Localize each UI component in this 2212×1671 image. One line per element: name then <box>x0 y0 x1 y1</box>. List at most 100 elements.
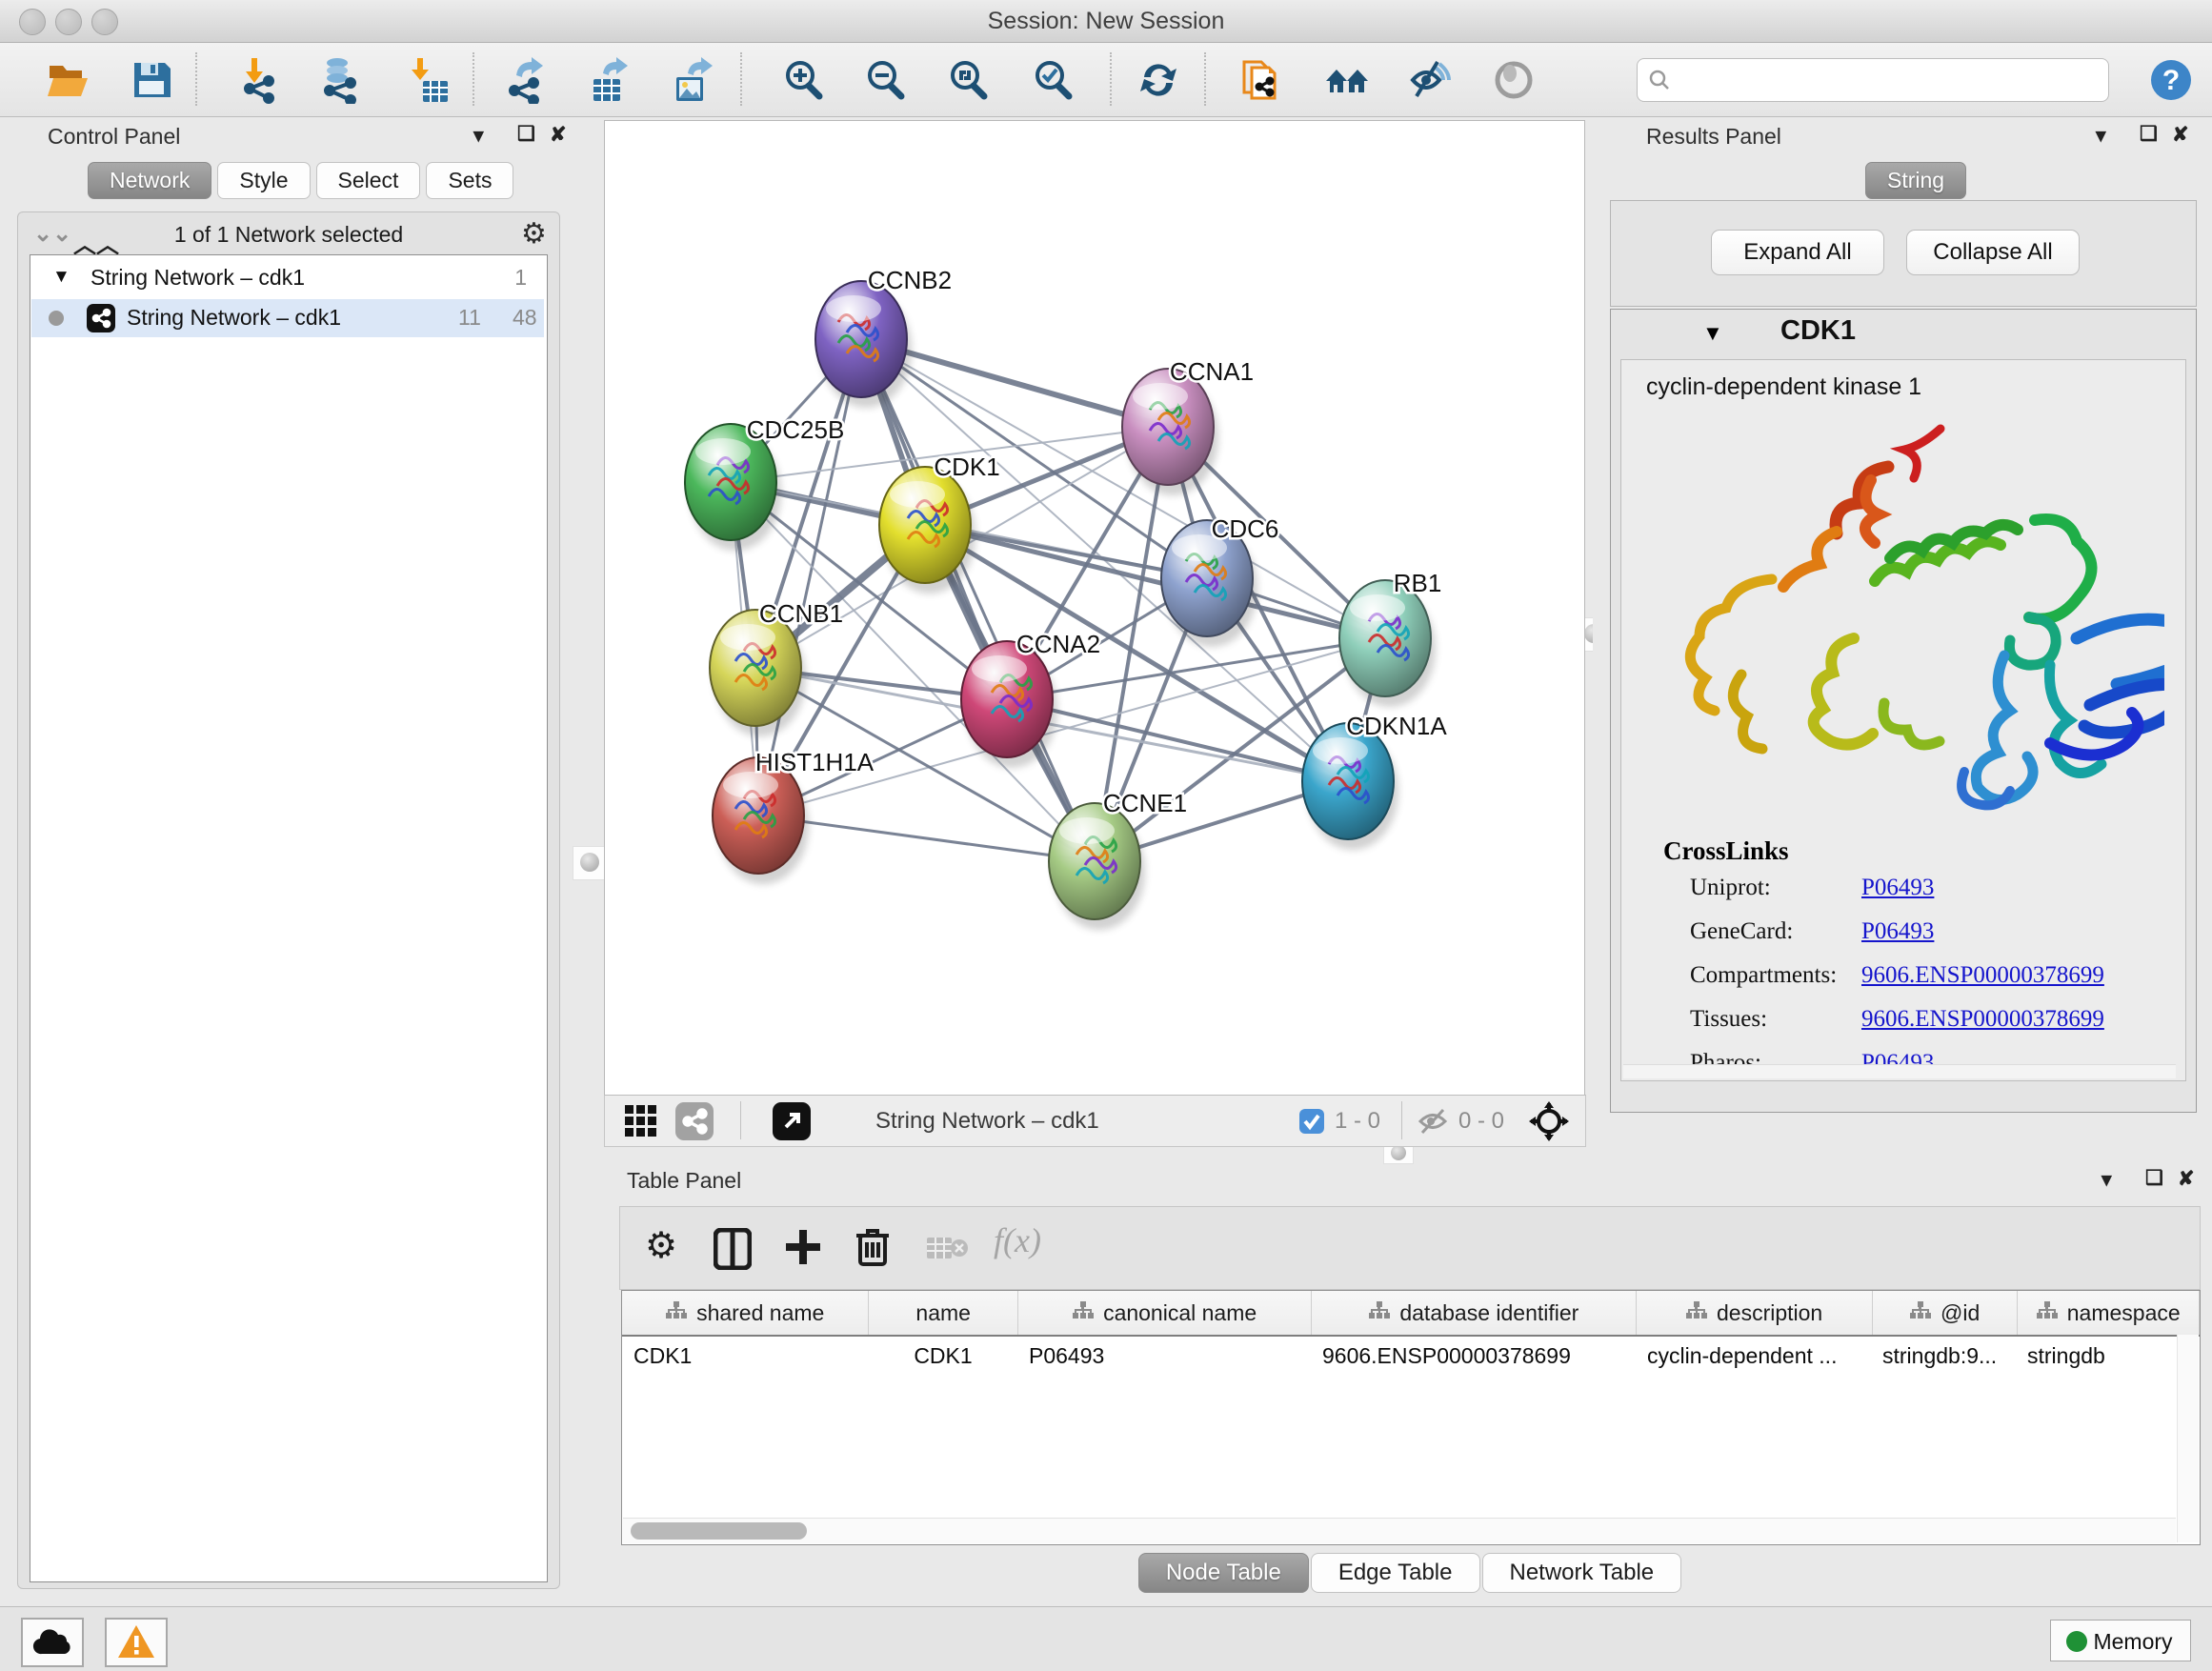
network-view-canvas[interactable]: CCNB2CCNA1CDC25BCDK1CDC6RB1CCNB1CCNA2CDK… <box>604 120 1585 1096</box>
gene-expander-icon[interactable]: ▼ <box>1702 321 1723 346</box>
delete-table-icon[interactable] <box>927 1234 969 1262</box>
tab-select[interactable]: Select <box>316 162 421 199</box>
column-header--id[interactable]: @id <box>1873 1291 2019 1335</box>
node-CDC6[interactable]: CDC6 <box>1161 514 1278 647</box>
scrollbar-thumb[interactable] <box>631 1522 807 1540</box>
table-row[interactable]: CDK1CDK1P064939606.ENSP00000378699cyclin… <box>622 1335 2200 1377</box>
node-label: CDKN1A <box>1346 712 1447 740</box>
edge-CCNB2-HIST1H1A[interactable] <box>758 339 861 815</box>
import-network-from-database-icon[interactable] <box>316 56 364 104</box>
selected-count: 1 - 0 <box>1335 1108 1380 1135</box>
close-panel-icon[interactable]: ✘ <box>2172 123 2189 147</box>
birds-eye-grid-icon[interactable] <box>624 1104 658 1138</box>
memory-button[interactable]: Memory <box>2050 1620 2191 1661</box>
toolbar-separator <box>740 52 742 106</box>
create-column-plus-icon[interactable] <box>784 1228 822 1266</box>
node-CCNA2[interactable]: CCNA2 <box>961 630 1100 768</box>
float-panel-icon[interactable]: ▾ <box>2101 1168 2112 1192</box>
maximize-panel-icon[interactable]: ❑ <box>2145 1166 2163 1190</box>
collapse-all-button[interactable]: Collapse All <box>1906 230 2080 275</box>
table-cell[interactable]: 9606.ENSP00000378699 <box>1311 1335 1636 1377</box>
node-CCNB1[interactable]: CCNB1 <box>710 599 843 736</box>
tab-network-table[interactable]: Network Table <box>1482 1553 1682 1593</box>
tree-options-gear-icon[interactable]: ⚙ <box>521 217 547 251</box>
zoom-fit-icon[interactable] <box>944 56 992 104</box>
crosslink-value-link[interactable]: 9606.ENSP00000378699 <box>1861 962 2104 989</box>
zoom-out-icon[interactable] <box>861 56 909 104</box>
import-table-file-icon[interactable] <box>404 56 452 104</box>
column-header-shared-name[interactable]: shared name <box>622 1291 869 1335</box>
import-network-file-icon[interactable] <box>236 56 284 104</box>
search-input[interactable] <box>1637 58 2109 102</box>
tab-node-table[interactable]: Node Table <box>1138 1553 1309 1593</box>
table-cell[interactable]: stringdb:9... <box>1871 1335 2016 1377</box>
column-header-description[interactable]: description <box>1637 1291 1872 1335</box>
selected-checkbox-icon[interactable] <box>1298 1108 1325 1135</box>
tab-style[interactable]: Style <box>217 162 310 199</box>
node-HIST1H1A[interactable]: HIST1H1A <box>713 748 875 884</box>
node-RB1[interactable]: RB1 <box>1339 569 1441 707</box>
float-panel-icon[interactable]: ▾ <box>473 124 484 148</box>
node-CDK1[interactable]: CDK1 <box>879 453 1000 594</box>
node-CCNA1[interactable]: CCNA1 <box>1122 357 1254 495</box>
network-from-document-icon[interactable] <box>1238 56 1286 104</box>
tab-network[interactable]: Network <box>88 162 211 199</box>
column-header-database-identifier[interactable]: database identifier <box>1312 1291 1637 1335</box>
column-header-namespace[interactable]: namespace <box>2018 1291 2200 1335</box>
table-cell[interactable]: CDK1 <box>869 1335 1017 1377</box>
zoom-selected-icon[interactable] <box>1029 56 1076 104</box>
column-type-icon <box>1369 1300 1390 1326</box>
node-CDKN1A[interactable]: CDKN1A <box>1302 712 1447 850</box>
export-table-icon[interactable] <box>586 56 633 104</box>
column-header-canonical-name[interactable]: canonical name <box>1018 1291 1312 1335</box>
open-session-icon[interactable] <box>44 56 91 104</box>
tab-edge-table[interactable]: Edge Table <box>1311 1553 1480 1593</box>
table-cell[interactable]: P06493 <box>1017 1335 1311 1377</box>
help-icon[interactable]: ? <box>2147 56 2195 104</box>
tab-sets[interactable]: Sets <box>426 162 513 199</box>
function-builder-icon[interactable]: f(x) <box>994 1220 1041 1260</box>
network-collection-row[interactable]: ▼ String Network – cdk1 1 <box>31 261 544 297</box>
refresh-icon[interactable] <box>1135 56 1182 104</box>
table-horizontal-scrollbar[interactable] <box>623 1518 2176 1543</box>
maximize-panel-icon[interactable]: ❑ <box>517 122 535 146</box>
table-cell[interactable]: stringdb <box>2016 1335 2197 1377</box>
delete-column-trash-icon[interactable] <box>855 1226 891 1268</box>
maximize-panel-icon[interactable]: ❑ <box>2140 122 2158 146</box>
export-network-icon[interactable] <box>503 56 551 104</box>
results-scrollbar[interactable] <box>1623 1064 2176 1078</box>
show-graphics-details-icon[interactable] <box>1490 56 1538 104</box>
network-badge-icon[interactable] <box>675 1102 714 1140</box>
close-panel-icon[interactable]: ✘ <box>550 123 567 147</box>
cloud-status-button[interactable] <box>21 1618 84 1667</box>
node-table[interactable]: shared namenamecanonical namedatabase id… <box>621 1290 2201 1545</box>
tab-string[interactable]: String <box>1865 162 1966 199</box>
edge-CCNA2-CDKN1A[interactable] <box>1007 699 1348 781</box>
table-cell[interactable]: CDK1 <box>622 1335 869 1377</box>
float-panel-icon[interactable]: ▾ <box>2096 124 2106 148</box>
open-in-window-icon[interactable] <box>773 1102 811 1140</box>
edge-HIST1H1A-CCNE1[interactable] <box>758 815 1095 861</box>
table-vertical-scrollbar[interactable] <box>2177 1335 2199 1542</box>
crosslink-value-link[interactable]: 9606.ENSP00000378699 <box>1861 1006 2104 1033</box>
edge-CCNB2-CCNE1[interactable] <box>861 339 1095 861</box>
export-image-icon[interactable] <box>669 56 716 104</box>
close-panel-icon[interactable]: ✘ <box>2178 1167 2195 1191</box>
crosslink-value-link[interactable]: P06493 <box>1861 875 1934 901</box>
show-columns-icon[interactable] <box>714 1228 752 1270</box>
column-header-name[interactable]: name <box>869 1291 1018 1335</box>
table-cell[interactable]: cyclin-dependent ... <box>1636 1335 1871 1377</box>
home-networks-icon[interactable] <box>1323 56 1371 104</box>
network-row-selected[interactable]: String Network – cdk1 11 48 <box>31 299 544 337</box>
fit-selected-crosshair-icon[interactable] <box>1529 1101 1569 1141</box>
save-session-icon[interactable] <box>128 56 175 104</box>
hide-graphics-details-icon[interactable] <box>1405 56 1453 104</box>
left-splitter-handle[interactable] <box>573 846 607 880</box>
warnings-button[interactable] <box>105 1618 168 1667</box>
crosslink-value-link[interactable]: P06493 <box>1861 918 1934 945</box>
collection-expander-icon[interactable]: ▼ <box>52 267 70 288</box>
table-options-gear-icon[interactable]: ⚙ <box>645 1224 677 1267</box>
crosslinks-list: Uniprot:P06493GeneCard:P06493Compartment… <box>1621 875 2185 1075</box>
zoom-in-icon[interactable] <box>779 56 827 104</box>
expand-all-button[interactable]: Expand All <box>1711 230 1884 275</box>
